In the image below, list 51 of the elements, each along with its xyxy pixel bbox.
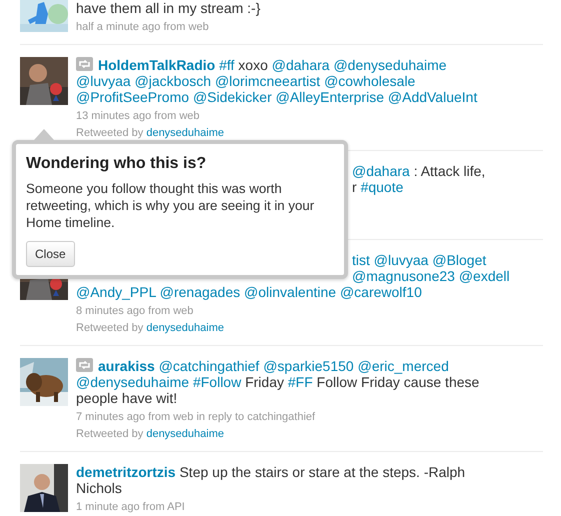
mention-link[interactable]: @Bloget (432, 252, 486, 268)
popup-text: Someone you follow thought this was worth retweeting, which is why you are seeing it in your Home timeline. (26, 180, 316, 231)
mention-link[interactable]: @jackbosch (134, 73, 212, 89)
retweeter-link[interactable]: denyseduhaime (146, 428, 224, 440)
hashtag-link[interactable]: #FF (288, 374, 313, 390)
tweet-meta: half a minute ago from web (76, 20, 210, 34)
mention-link[interactable]: @cowholesale (324, 73, 416, 89)
mention-link[interactable]: @carewolf10 (340, 284, 422, 300)
mention-link[interactable]: @dahara (352, 163, 410, 179)
mention-link[interactable]: @Andy_PPL (76, 284, 156, 300)
mention-link[interactable]: @dahara (272, 57, 330, 73)
username-link[interactable]: HoldemTalkRadio (98, 57, 216, 73)
retweet-icon (76, 57, 93, 71)
tweet-meta: 8 minutes ago from web (76, 304, 194, 318)
mention-link[interactable]: @magnusone23 (352, 268, 455, 284)
mention-link[interactable]: @lorimcneeartist (214, 73, 320, 89)
popup-title: Wondering who this is? (26, 154, 208, 174)
mention-link[interactable]: @olinvalentine (244, 284, 336, 300)
username-link[interactable]: demetritzortzis (76, 464, 176, 480)
tweet-meta: 7 minutes ago from web in reply to catchingathief (76, 410, 316, 424)
retweeted-by-label: Retweeted by (76, 322, 144, 334)
mention-link[interactable]: @AddValueInt (388, 89, 478, 105)
mention-link[interactable]: @sparkie5150 (263, 358, 354, 374)
tweet-meta: 13 minutes ago from web (76, 109, 201, 123)
mention-link[interactable]: @luvyaa (374, 252, 428, 268)
mention-link[interactable]: @denyseduhaime (76, 374, 190, 390)
tweet-text: have them all in my stream :-} (76, 0, 262, 16)
mention-link[interactable]: @Sidekicker (192, 89, 272, 105)
retweet-icon (76, 358, 93, 372)
retweeter-link[interactable]: denyseduhaime (146, 322, 224, 334)
retweeter-link[interactable]: denyseduhaime (146, 127, 224, 139)
mention-link[interactable]: @denyseduhaime (333, 57, 447, 73)
tweet-text: HoldemTalkRadio #ff xoxo @dahara @denyseduhaime @luvyaa @jackbosch @lorimcneeartist @cowholesale @ProfitSeePromo @Sidekicker @AlleyEnterprise @AddValueInt (76, 57, 478, 105)
mention-link[interactable]: @luvyaa (76, 73, 131, 89)
tweet-text: aurakiss @catchingathief @sparkie5150 @eric_merced @denyseduhaime #Follow Friday #FF Follow Friday cause these people have wit! (76, 358, 480, 406)
tweet-text: demetritzortzis Step up the stairs or stare at the steps. -Ralph Nichols (76, 464, 466, 496)
tweet-meta: 1 minute ago from API (76, 500, 186, 514)
close-button[interactable]: Close (26, 241, 75, 267)
mention-link[interactable]: @AlleyEnterprise (276, 89, 384, 105)
hashtag-link[interactable]: #ff (219, 57, 234, 73)
retweeted-by-label: Retweeted by (76, 428, 144, 440)
username-link[interactable]: aurakiss (98, 358, 155, 374)
mention-link[interactable]: @ProfitSeePromo (76, 89, 190, 105)
mention-link[interactable]: @catchingathief (158, 358, 260, 374)
mention-link[interactable]: @exdell (458, 268, 510, 284)
mention-link[interactable]: @eric_merced (358, 358, 449, 374)
mention-link[interactable]: @renagades (160, 284, 240, 300)
hashtag-link[interactable]: #quote (360, 179, 404, 195)
hashtag-link[interactable]: #Follow (192, 374, 242, 390)
mention-link[interactable]: tist (352, 252, 370, 268)
retweeted-by-label: Retweeted by (76, 127, 144, 139)
